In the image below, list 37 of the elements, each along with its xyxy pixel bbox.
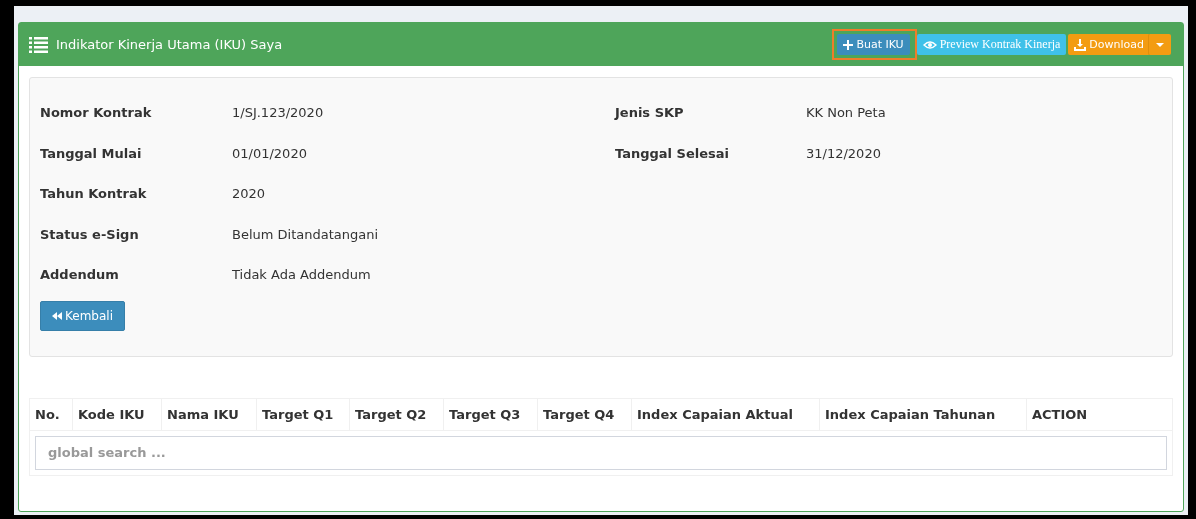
download-icon: [1074, 38, 1087, 51]
plus-icon: [843, 39, 854, 50]
preview-button[interactable]: Preview Kontrak Kinerja: [916, 34, 1067, 55]
add-button[interactable]: Buat IKU: [837, 34, 910, 55]
field-label: Status e-Sign: [40, 226, 140, 242]
field-label: Tanggal Mulai: [40, 145, 143, 161]
field-label: Tanggal Selesai: [615, 145, 730, 161]
field-value: 1/SJ.123/2020: [232, 105, 324, 120]
dropdown-button[interactable]: [1148, 34, 1171, 55]
column-header: No.: [30, 398, 73, 430]
column-header: Target Q4: [538, 398, 632, 430]
column-header: Target Q2: [350, 398, 444, 430]
field-value: Belum Ditandatangani: [232, 226, 379, 242]
caret-icon: [1156, 42, 1164, 47]
field-label: Nomor Kontrak: [40, 105, 153, 120]
column-header: Index Capaian Tahunan: [820, 398, 1027, 430]
list-icon: [29, 35, 48, 54]
field-value: Tidak Ada Addendum: [232, 267, 371, 282]
back-button[interactable]: Kembali: [40, 300, 125, 331]
field-value: 2020: [232, 186, 266, 201]
field-label: Addendum: [40, 267, 120, 282]
download-button[interactable]: Download: [1068, 34, 1150, 55]
field-value: 31/12/2020: [806, 145, 881, 161]
search-field[interactable]: global search ...: [35, 435, 1167, 470]
column-header: Kode IKU: [73, 398, 162, 430]
field-label: Tahun Kontrak: [40, 186, 148, 201]
eye-icon: [922, 38, 937, 51]
column-header: Nama IKU: [162, 398, 257, 430]
column-header: Target Q1: [257, 398, 350, 430]
column-header: Index Capaian Aktual: [632, 398, 820, 430]
column-header: ACTION: [1031, 405, 1089, 424]
panel-title: Indikator Kinerja Utama (IKU) Saya: [56, 37, 283, 52]
column-header: Target Q3: [444, 398, 538, 430]
field-value: KK Non Peta: [806, 105, 886, 120]
field-value: 01/01/2020: [232, 145, 307, 161]
field-label: Jenis SKP: [615, 105, 685, 120]
rewind-icon: [52, 311, 62, 320]
